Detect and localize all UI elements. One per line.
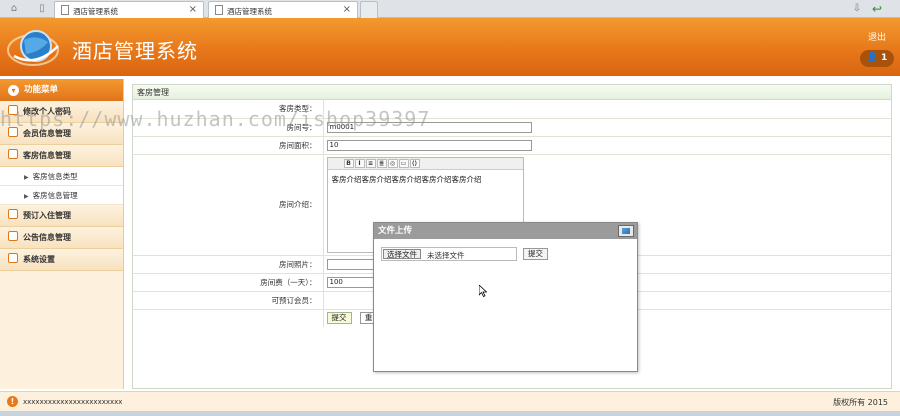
sidebar-subitem-room-types[interactable]: ▶ 客房信息类型 [0, 167, 123, 186]
choose-file-button[interactable]: 选择文件 [383, 249, 421, 259]
sidebar-item-rooms[interactable]: 客房信息管理 [0, 145, 123, 167]
close-icon[interactable] [618, 225, 634, 237]
link-icon[interactable]: ◎ [387, 158, 398, 168]
edit-icon [8, 149, 18, 159]
site-title: 酒店管理系统 [72, 39, 198, 63]
file-upload-dialog: 文件上传 选择文件 未选择文件 提交 [373, 222, 638, 372]
source-icon[interactable]: ⟨⟩ [409, 158, 420, 168]
panel-title: 客房管理 [133, 85, 891, 100]
close-tab-icon[interactable]: × [189, 4, 197, 15]
app-header: 酒店管理系统 退出 👤 1 [0, 18, 900, 76]
price-label: 房间费（一天）： [133, 273, 324, 292]
photo-label: 房间照片： [133, 255, 324, 274]
copyright: 版权所有 2015 [833, 398, 888, 407]
member-label: 可预订会员： [133, 291, 324, 310]
document-icon [61, 5, 69, 15]
sidebar-item-booking[interactable]: 预订入住管理 [0, 205, 123, 227]
area-input[interactable]: 10 [326, 139, 532, 151]
page-icon[interactable]: ▯ [36, 3, 48, 15]
list-icon [8, 209, 18, 219]
bold-icon[interactable]: B [343, 158, 354, 168]
triangle-right-icon: ▶ [24, 193, 29, 200]
document-icon [215, 5, 223, 15]
sidebar-head[interactable]: ▾ 功能菜单 [0, 79, 123, 101]
new-tab-button[interactable] [360, 1, 378, 18]
sidebar-subitem-room-manage[interactable]: ▶ 客房信息管理 [0, 186, 123, 205]
browser-tab-bar: ⌂ ▯ 酒店管理系统 × 酒店管理系统 × ⇩ ↩ [0, 0, 900, 18]
italic-icon[interactable]: I [354, 158, 365, 168]
triangle-right-icon: ▶ [24, 174, 29, 181]
image-icon[interactable]: ▭ [398, 158, 409, 168]
sidebar-item-notices[interactable]: 公告信息管理 [0, 227, 123, 249]
browser-status-bar [0, 411, 900, 416]
chat-icon [8, 253, 18, 263]
watermark: https://www.huzhan.com/ishop39397 [0, 107, 431, 131]
footer: ! xxxxxxxxxxxxxxxxxxxxxxxx 版权所有 2015 [0, 391, 900, 411]
submit-button[interactable]: 提交 [326, 312, 352, 325]
editor-toolbar: B I ≡ ≣ ◎ ▭ ⟨⟩ [327, 157, 523, 170]
unordered-list-icon[interactable]: ≣ [376, 158, 387, 168]
no-file-text: 未选择文件 [427, 251, 465, 260]
browser-tab-1[interactable]: 酒店管理系统 × [54, 1, 204, 18]
download-icon[interactable]: ⇩ [851, 3, 863, 15]
user-icon: 👤 [866, 53, 878, 63]
upload-submit-button[interactable]: 提交 [523, 248, 548, 260]
browser-tab-2[interactable]: 酒店管理系统 × [208, 1, 358, 18]
area-label: 房间面积： [133, 136, 324, 155]
info-icon: ! [7, 396, 18, 407]
editor-body[interactable]: 客房介绍客房介绍客房介绍客房介绍客房介绍 [328, 170, 523, 189]
logout-link[interactable]: 退出 [868, 30, 886, 43]
dialog-header: 文件上传 [374, 223, 637, 239]
intro-label: 房间介绍： [133, 154, 324, 256]
back-arrow-icon[interactable]: ↩ [871, 3, 883, 15]
actions-label-cell [133, 309, 324, 327]
footer-left-text: xxxxxxxxxxxxxxxxxxxxxxxx [23, 398, 123, 406]
ordered-list-icon[interactable]: ≡ [365, 158, 376, 168]
close-tab-icon[interactable]: × [343, 4, 351, 15]
home-icon[interactable]: ⌂ [8, 3, 20, 15]
globe-logo-icon [7, 30, 59, 66]
file-input[interactable]: 选择文件 未选择文件 [381, 247, 517, 261]
chevron-down-icon: ▾ [8, 85, 19, 96]
user-badge[interactable]: 👤 1 [860, 50, 894, 67]
list-icon [8, 231, 18, 241]
sidebar-item-settings[interactable]: 系统设置 [0, 249, 123, 271]
mouse-cursor-icon [479, 285, 487, 297]
